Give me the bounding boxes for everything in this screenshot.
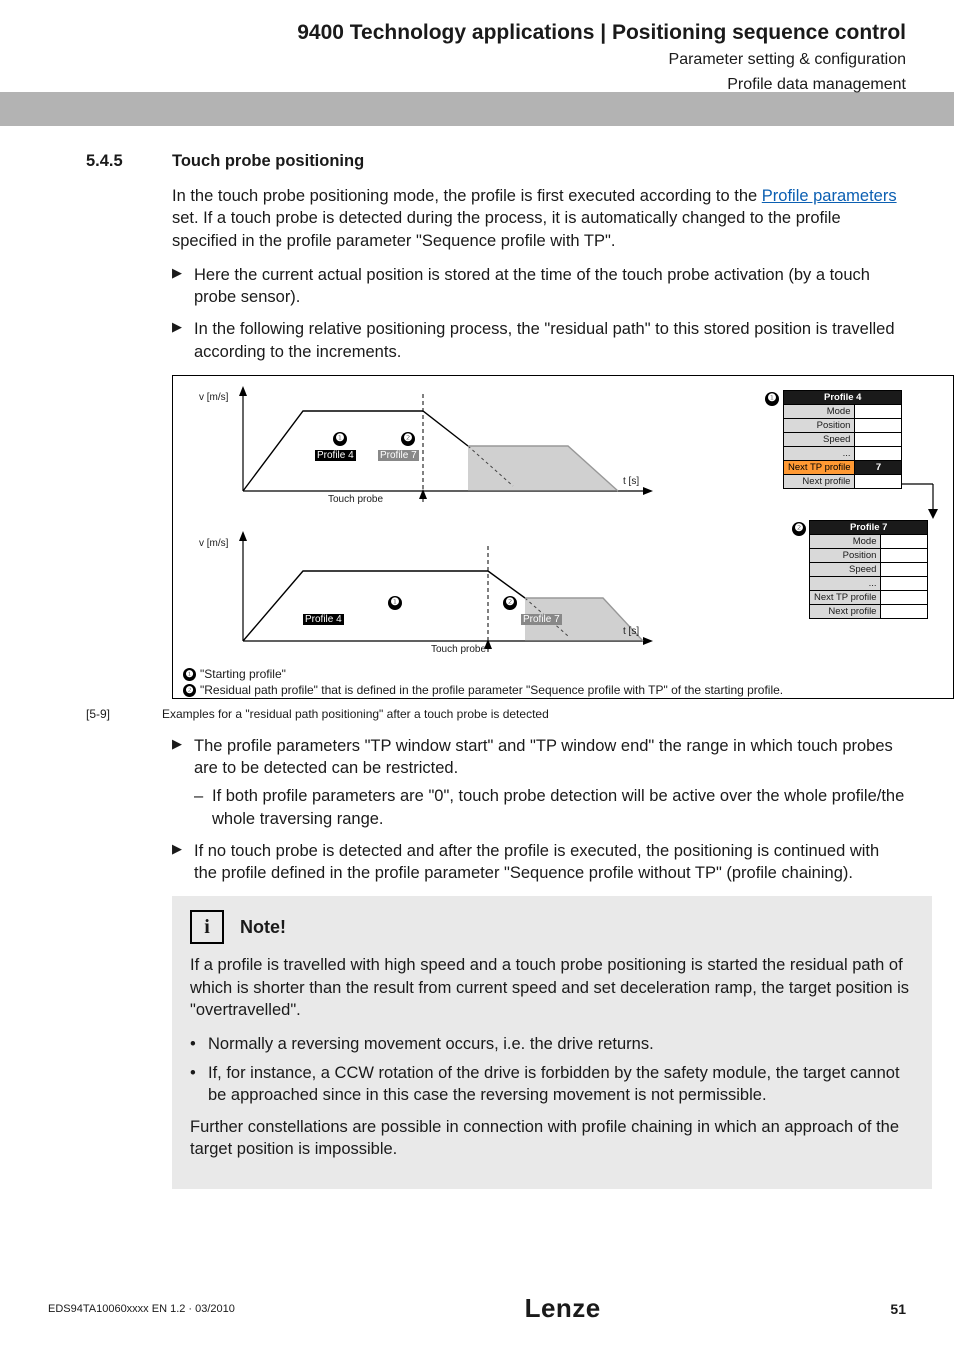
caption-tag: [5-9] — [86, 707, 144, 721]
note-dot-2: If, for instance, a CCW rotation of the … — [190, 1062, 914, 1107]
note-box: i Note! If a profile is travelled with h… — [172, 896, 932, 1188]
table1-badge-icon: ❶ — [765, 392, 779, 406]
intro-text-a: In the touch probe positioning mode, the… — [172, 187, 762, 205]
row-next: Next profile — [784, 474, 855, 488]
row-speed-2: Speed — [810, 562, 881, 576]
figure-caption: [5-9] Examples for a "residual path posi… — [86, 707, 906, 721]
caption-text: Examples for a "residual path positionin… — [162, 707, 549, 721]
row-position: Position — [784, 418, 855, 432]
page-footer: EDS94TA10060xxxx EN 1.2 · 03/2010 Lenze … — [0, 1293, 954, 1324]
profile4-label-2: Profile 4 — [303, 614, 344, 625]
axis-y-label-2: v [m/s] — [199, 538, 228, 549]
legend-2: ❷"Residual path profile" that is defined… — [183, 682, 783, 698]
row-next-tp-2: Next TP profile — [810, 590, 881, 604]
axis-x-label-1: t [s] — [623, 476, 639, 487]
after-bullet-2: If no touch probe is detected and after … — [172, 840, 906, 885]
badge-2b-icon: ❷ — [503, 596, 517, 610]
figure-5-9: v [m/s] t [s] v [m/s] t [s] ❶ ❷ Profile … — [172, 375, 906, 699]
badge-2-icon: ❷ — [401, 432, 415, 446]
profile7-label-2: Profile 7 — [521, 614, 562, 625]
row-mode: Mode — [784, 404, 855, 418]
page-content: 5.4.5 Touch probe positioning In the tou… — [0, 126, 954, 1189]
page-number: 51 — [890, 1301, 906, 1317]
row-position-2: Position — [810, 548, 881, 562]
row-dots-2: ... — [810, 576, 881, 590]
profile4-table-head: Profile 4 — [784, 390, 902, 404]
header-title: 9400 Technology applications | Positioni… — [0, 20, 906, 46]
legend-1: ❶"Starting profile" — [183, 666, 783, 682]
axis-x-label-2: t [s] — [623, 626, 639, 637]
badge-1-icon: ❶ — [333, 432, 347, 446]
axis-y-label-1: v [m/s] — [199, 392, 228, 403]
profile7-table-head: Profile 7 — [810, 520, 928, 534]
note-p1: If a profile is travelled with high spee… — [190, 954, 914, 1021]
note-title: Note! — [240, 917, 286, 938]
section-title: Touch probe positioning — [172, 152, 364, 171]
after-sub-1: If both profile parameters are "0", touc… — [194, 785, 906, 830]
profile-parameters-link[interactable]: Profile parameters — [762, 187, 897, 205]
row-next-tp-val: 7 — [855, 460, 902, 474]
intro-text-b: set. If a touch probe is detected during… — [172, 209, 841, 249]
intro-paragraph: In the touch probe positioning mode, the… — [172, 185, 906, 252]
header-sub2: Profile data management — [0, 75, 906, 96]
brand-logo: Lenze — [525, 1293, 601, 1324]
row-mode-2: Mode — [810, 534, 881, 548]
touch-probe-label-2: Touch probe — [431, 644, 486, 655]
profile7-label-1: Profile 7 — [378, 450, 419, 461]
section-heading: 5.4.5 Touch probe positioning — [86, 152, 906, 171]
row-speed: Speed — [784, 432, 855, 446]
after-bullet-1: The profile parameters "TP window start"… — [172, 735, 906, 830]
badge-1b-icon: ❶ — [388, 596, 402, 610]
row-next-2: Next profile — [810, 604, 881, 618]
info-icon: i — [190, 910, 224, 944]
note-p2: Further constellations are possible in c… — [190, 1116, 914, 1161]
table2-badge-icon: ❷ — [792, 522, 806, 536]
profile7-table: Profile 7 Mode Position Speed ... Next T… — [809, 520, 928, 619]
note-dot-1: Normally a reversing movement occurs, i.… — [190, 1033, 914, 1055]
row-dots: ... — [784, 446, 855, 460]
page-header: 9400 Technology applications | Positioni… — [0, 0, 954, 126]
profile4-table: Profile 4 Mode Position Speed ... Next T… — [783, 390, 902, 489]
touch-probe-label-1: Touch probe — [328, 494, 383, 505]
intro-bullet-2: In the following relative positioning pr… — [172, 318, 906, 363]
intro-bullet-1: Here the current actual position is stor… — [172, 264, 906, 309]
profile4-label-1: Profile 4 — [315, 450, 356, 461]
section-number: 5.4.5 — [86, 152, 144, 171]
footer-left: EDS94TA10060xxxx EN 1.2 · 03/2010 — [48, 1303, 235, 1315]
header-sub1: Parameter setting & configuration — [0, 50, 906, 71]
row-next-tp: Next TP profile — [784, 460, 855, 474]
